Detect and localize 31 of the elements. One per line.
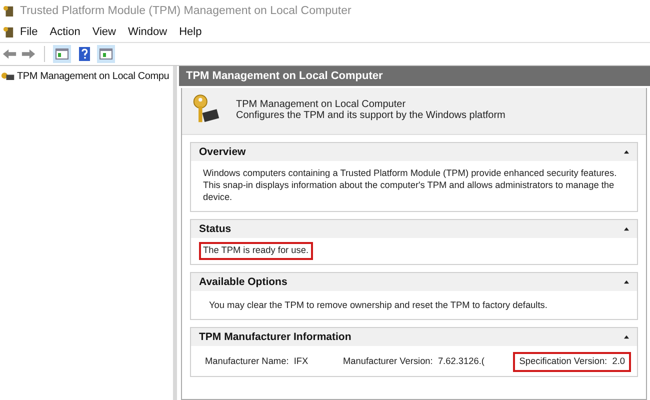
menu-item[interactable]: Action (44, 26, 86, 38)
forward-arrow-icon[interactable] (21, 48, 36, 60)
info-field: Manufacturer Name: IFX (199, 352, 314, 372)
collapse-caret-icon[interactable] (624, 280, 629, 284)
menu-item[interactable]: Help (173, 26, 208, 38)
collapse-caret-icon[interactable] (624, 150, 629, 154)
pane-header: TPM Management on Local Computer (179, 66, 650, 86)
section-text: The TPM is ready for use. (199, 242, 313, 260)
key-chip-icon (1, 71, 15, 82)
section-header[interactable]: Available Options (191, 272, 637, 291)
app-icon[interactable] (3, 25, 14, 39)
section-text: Windows computers containing a Trusted Platform Module (TPM) provide enhanced security features. This snap-in displays information about the computer's TPM and allows administrators to manage the device. (202, 167, 618, 204)
collapse-caret-icon[interactable] (624, 226, 629, 231)
section-text: You may clear the TPM to remove ownership and reset the TPM to factory defaults. (208, 298, 548, 312)
console-tree-icon[interactable] (53, 45, 71, 63)
app-icon (3, 4, 14, 18)
section-header[interactable]: TPM Manufacturer Information (191, 328, 637, 346)
info-field: Specification Version: 2.0 (513, 352, 631, 372)
action-pane-icon[interactable] (97, 45, 115, 63)
menu-item[interactable]: View (86, 26, 122, 38)
window-title: Trusted Platform Module (TPM) Management on Local Computer (20, 5, 352, 17)
info-title: TPM Management on Local Computer (236, 99, 407, 110)
menu-item[interactable]: File (14, 26, 44, 38)
section-header[interactable]: Overview (191, 143, 637, 161)
tree-item[interactable]: TPM Management on Local Compu (0, 70, 173, 83)
info-subtitle: Configures the TPM and its support by the Windows platform (236, 110, 506, 121)
back-arrow-icon[interactable] (2, 48, 17, 60)
menu-item[interactable]: Window (122, 26, 174, 38)
collapse-caret-icon[interactable] (624, 334, 629, 339)
section-header[interactable]: Status (191, 220, 637, 238)
info-field: Manufacturer Version: 7.62.3126.( (336, 352, 490, 372)
